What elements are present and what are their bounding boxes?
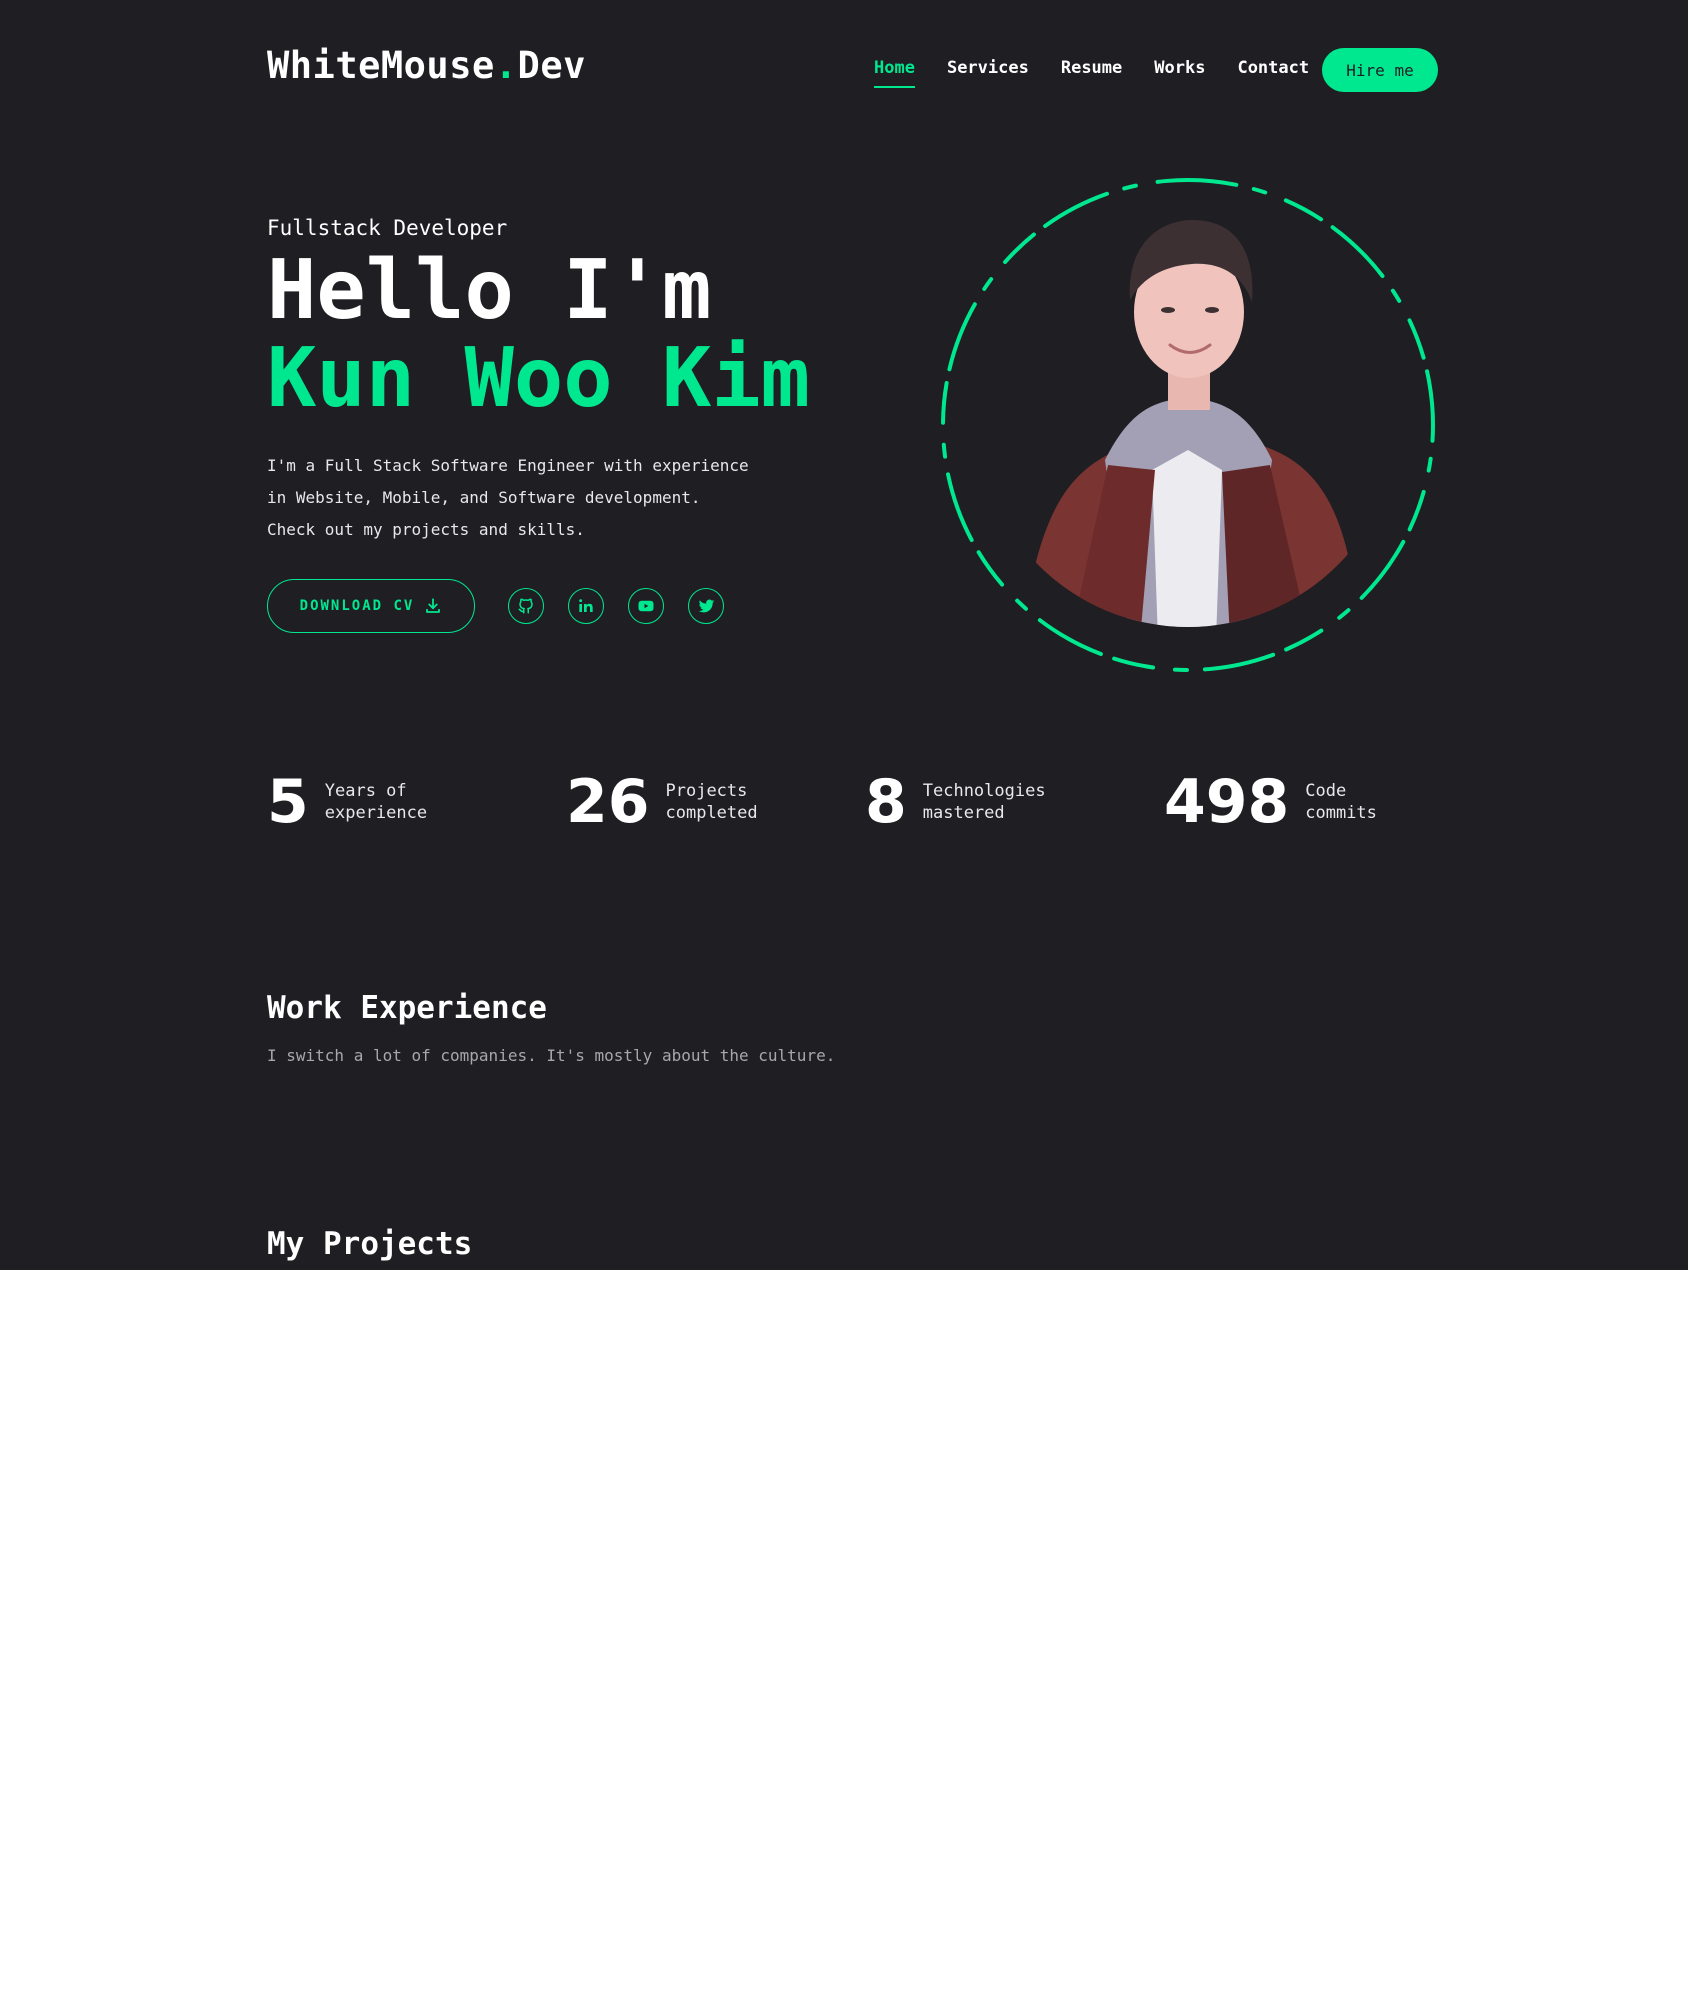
stat-years: 5 Years of experience xyxy=(267,770,427,834)
download-cv-label: DOWNLOAD CV xyxy=(299,598,415,614)
site-logo[interactable]: WhiteMouse.Dev xyxy=(267,44,586,87)
twitter-link[interactable] xyxy=(688,588,724,624)
hero-description-line: Check out my projects and skills. xyxy=(267,520,585,539)
github-link[interactable] xyxy=(508,588,544,624)
download-icon xyxy=(426,598,441,613)
linkedin-link[interactable] xyxy=(568,588,604,624)
stat-number: 5 xyxy=(267,767,309,837)
stat-label-line: Projects xyxy=(665,781,748,801)
github-icon xyxy=(518,598,533,614)
profile-photo xyxy=(941,178,1435,672)
stat-commits: 498 Code commits xyxy=(1164,770,1377,834)
stat-number: 26 xyxy=(566,767,650,837)
stat-label: Technologies mastered xyxy=(923,780,1046,824)
projects-title: My Projects xyxy=(267,1226,473,1262)
nav-contact[interactable]: Contact xyxy=(1237,58,1309,78)
hero-description-line: in Website, Mobile, and Software develop… xyxy=(267,488,701,507)
stat-number: 498 xyxy=(1164,767,1290,837)
nav-resume[interactable]: Resume xyxy=(1061,58,1122,78)
logo-suffix-text: Dev xyxy=(517,44,586,87)
hero-description: I'm a Full Stack Software Engineer with … xyxy=(267,450,749,546)
stat-label-line: Code xyxy=(1305,781,1347,801)
hero-name: Kun Woo Kim xyxy=(267,331,811,426)
stat-label-line: mastered xyxy=(922,803,1005,823)
stat-label-line: Years of xyxy=(324,781,407,801)
nav-services[interactable]: Services xyxy=(947,58,1029,78)
download-cv-button[interactable]: DOWNLOAD CV xyxy=(267,579,475,633)
profile-photo-frame xyxy=(930,170,1440,680)
linkedin-icon xyxy=(579,599,593,612)
youtube-icon xyxy=(638,600,654,612)
logo-dot: . xyxy=(494,44,518,87)
logo-main-text: WhiteMouse xyxy=(267,44,495,87)
nav-works[interactable]: Works xyxy=(1154,58,1205,78)
stat-label-line: Technologies xyxy=(922,781,1046,801)
hero-description-line: I'm a Full Stack Software Engineer with … xyxy=(267,456,749,475)
stat-label-line: experience xyxy=(324,803,428,823)
stat-label-line: completed xyxy=(665,803,758,823)
stat-number: 8 xyxy=(865,767,907,837)
youtube-link[interactable] xyxy=(628,588,664,624)
portfolio-page: WhiteMouse.Dev Home Services Resume Work… xyxy=(0,0,1688,1270)
stat-label-line: commits xyxy=(1305,803,1377,823)
work-experience-subtitle: I switch a lot of companies. It's mostly… xyxy=(267,1046,836,1065)
twitter-icon xyxy=(698,599,714,612)
stat-label: Code commits xyxy=(1305,780,1377,824)
hero-role: Fullstack Developer xyxy=(267,216,508,240)
main-nav: Home Services Resume Works Contact xyxy=(874,58,1309,88)
stat-label: Projects completed xyxy=(666,780,758,824)
hire-me-button[interactable]: Hire me xyxy=(1322,48,1438,92)
work-experience-title: Work Experience xyxy=(267,990,547,1026)
stat-projects: 26 Projects completed xyxy=(566,770,758,834)
nav-home[interactable]: Home xyxy=(874,58,915,88)
hero-greeting: Hello I'm xyxy=(267,243,712,338)
stat-label: Years of experience xyxy=(325,780,427,824)
stat-technologies: 8 Technologies mastered xyxy=(865,770,1046,834)
